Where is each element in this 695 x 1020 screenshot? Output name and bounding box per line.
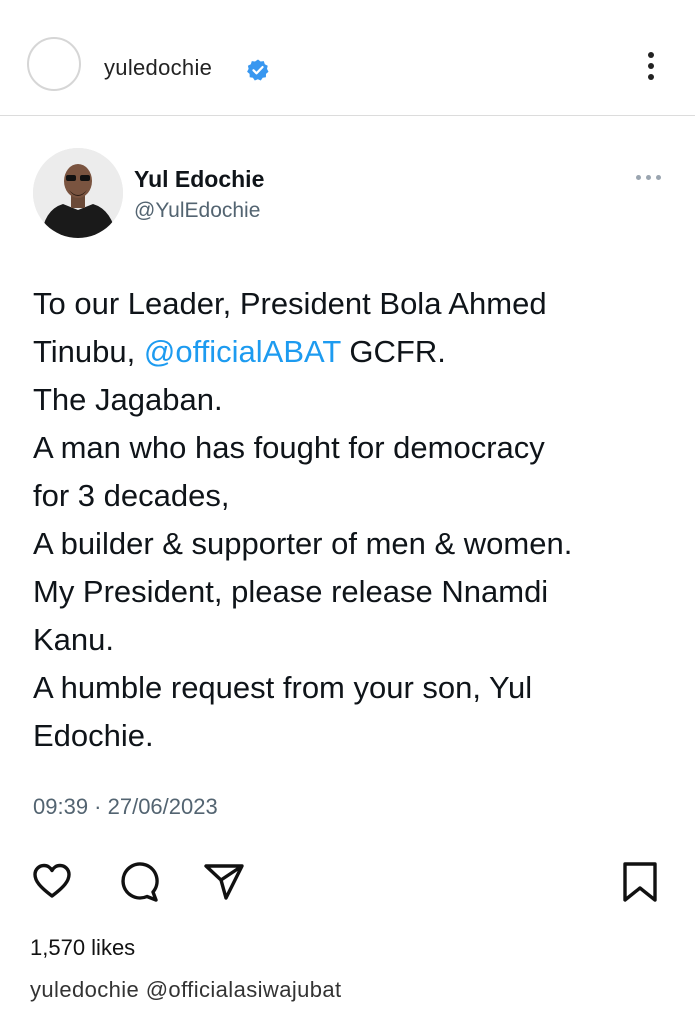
- tweet-line: A humble request from your son, Yul: [33, 670, 533, 705]
- save-bookmark-icon[interactable]: [618, 860, 662, 904]
- tweet-display-name: Yul Edochie: [134, 166, 265, 192]
- verified-badge-icon: [247, 59, 269, 81]
- header-username[interactable]: yuledochie: [104, 55, 212, 81]
- like-count[interactable]: 1,570 likes: [30, 935, 135, 961]
- more-vertical-icon[interactable]: [640, 48, 664, 84]
- tweet-timestamp: 09:39 · 27/06/2023: [33, 794, 218, 819]
- tweet-line: Kanu.: [33, 622, 115, 657]
- post-caption: yuledochie @officialasiwajubat: [30, 977, 342, 1002]
- tweet-line: My President, please release Nnamdi: [33, 574, 549, 609]
- tweet-line-text: GCFR.: [340, 334, 446, 369]
- comment-bubble-icon[interactable]: [117, 860, 161, 904]
- like-heart-icon[interactable]: [30, 860, 74, 904]
- avatar-photo: [33, 148, 123, 238]
- action-bar: [0, 860, 695, 910]
- profile-avatar[interactable]: [27, 37, 81, 91]
- tweet-line-text: Tinubu,: [33, 334, 144, 369]
- tweet-author-avatar: [33, 148, 123, 238]
- tweet-line: A builder & supporter of men & women.: [33, 526, 573, 561]
- tweet-line: The Jagaban.: [33, 382, 223, 417]
- tweet-text: To our Leader, President Bola Ahmed Tinu…: [33, 280, 673, 760]
- mention-link: @officialABAT: [143, 334, 341, 369]
- tweet-handle: @YulEdochie: [134, 199, 261, 222]
- tweet-line: To our Leader, President Bola Ahmed: [33, 286, 547, 321]
- more-horizontal-icon: [636, 173, 662, 183]
- tweet-line: A man who has fought for democracy: [33, 430, 545, 465]
- post-header: yuledochie: [0, 0, 695, 116]
- tweet-line: for 3 decades,: [33, 478, 230, 513]
- tweet-line: Tinubu, @officialABAT GCFR.: [33, 328, 673, 376]
- tweet-line: Edochie.: [33, 718, 154, 753]
- share-send-icon[interactable]: [202, 860, 246, 904]
